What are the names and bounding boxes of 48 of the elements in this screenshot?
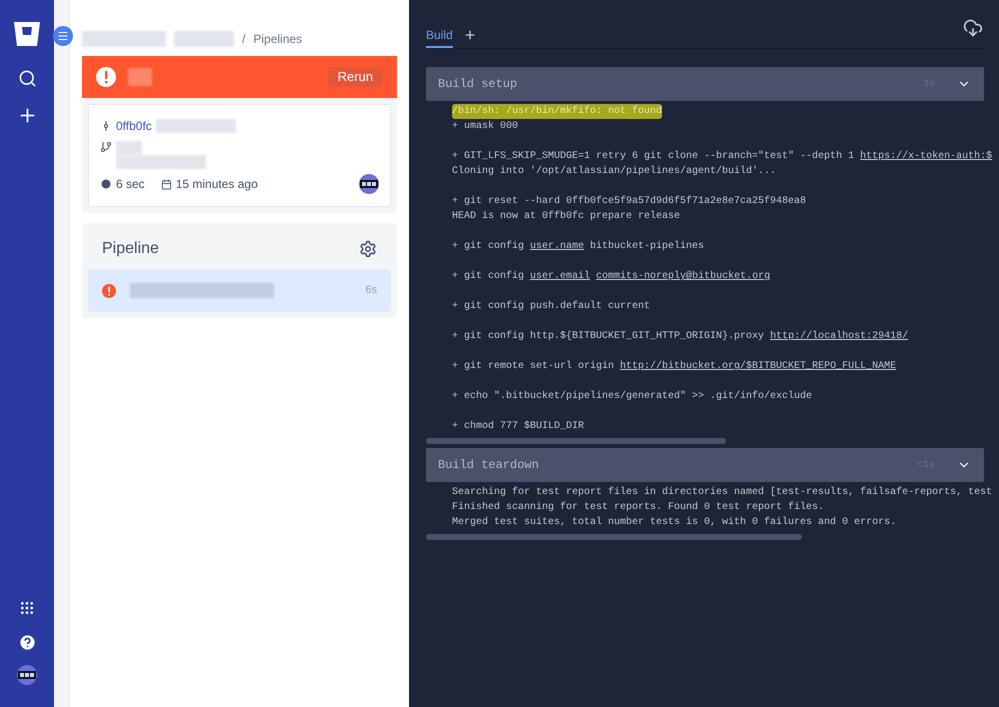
add-tab-button[interactable]: + bbox=[464, 26, 476, 44]
commit-link[interactable]: 0ffb0fc bbox=[116, 117, 152, 135]
calendar-icon bbox=[160, 178, 172, 190]
step-title: Build teardown bbox=[438, 457, 539, 474]
error-icon bbox=[96, 67, 116, 87]
log-line: + git remote set-url origin http://bitbucket.org/$BITBUCKET_REPO_FULL_NAME bbox=[452, 360, 896, 374]
breadcrumb-separator: / bbox=[242, 30, 246, 48]
pipeline-title: Pipeline bbox=[102, 239, 159, 259]
tab[interactable]: Build bbox=[426, 26, 453, 48]
log-line: + umask 000 bbox=[452, 120, 518, 134]
log-line: Merged test suites, total number tests is 0, with 0 failures and 0 errors. bbox=[452, 516, 896, 530]
log-link[interactable]: http://bitbucket.org/$BITBUCKET_REPO_FULL_NAME bbox=[620, 361, 896, 372]
breadcrumb-link[interactable]: Pipelines bbox=[253, 30, 302, 48]
help-icon[interactable] bbox=[18, 633, 36, 652]
settings-icon[interactable] bbox=[359, 240, 377, 258]
download-icon[interactable] bbox=[963, 18, 983, 38]
log-line: + git config http.${BITBUCKET_GIT_HTTP_ORIGIN}.proxy http://localhost:29418/ bbox=[452, 330, 908, 344]
log-line: + echo ".bitbucket/pipelines/generated" >> .git/info/exclude bbox=[452, 390, 812, 404]
log-line: + GIT_LFS_SKIP_SMUDGE=1 retry 6 git clone --branch="test" --depth 1 https://x-token-auth:$ bbox=[452, 150, 992, 164]
log-line: Finished scanning for test reports. Found 0 test report files. bbox=[452, 500, 824, 515]
rerun-button[interactable]: Rerun bbox=[328, 67, 383, 87]
scrollbar[interactable] bbox=[426, 438, 726, 444]
apps-icon[interactable] bbox=[19, 600, 35, 616]
log-line: + git reset --hard 0ffb0fce5f9a57d9d6f5f71a2e8e7ca25f948ea8 bbox=[452, 194, 806, 209]
blurred-block bbox=[174, 30, 234, 46]
log-link[interactable]: http://localhost:29418/ bbox=[770, 331, 908, 342]
time-text: 15 minutes ago bbox=[176, 176, 258, 193]
log-line: HEAD is now at 0ffb0fc prepare release bbox=[452, 210, 680, 224]
log-line: + git config user.name bitbucket-pipelines bbox=[452, 240, 704, 254]
step-title: Build setup bbox=[438, 76, 518, 93]
log-link[interactable]: user.email bbox=[530, 271, 590, 282]
error-icon bbox=[102, 284, 116, 298]
duration-text: 6 sec bbox=[116, 176, 145, 193]
log-line: + chmod 777 $BUILD_DIR bbox=[452, 420, 584, 434]
search-icon[interactable] bbox=[18, 69, 36, 88]
log-link[interactable]: https://x-token-auth:$ bbox=[860, 151, 992, 162]
log-line: Cloning into '/opt/atlassian/pipelines/agent/build'... bbox=[452, 164, 776, 179]
step-duration: 6s bbox=[365, 283, 377, 298]
log-link[interactable]: user.name bbox=[530, 241, 584, 252]
blurred-block bbox=[128, 68, 152, 86]
logo-icon[interactable] bbox=[14, 22, 40, 46]
menu-icon bbox=[57, 30, 69, 42]
log-line: + git config user.email commits-noreply@bitbucket.org bbox=[452, 270, 770, 284]
branch-icon bbox=[100, 141, 112, 153]
log-line: + git config push.default current bbox=[452, 300, 650, 314]
log-link[interactable]: commits-noreply@bitbucket.org bbox=[596, 271, 770, 282]
log-line: Searching for test report files in directories named [test-results, failsafe-reports, test bbox=[452, 486, 992, 500]
scrollbar[interactable] bbox=[426, 534, 802, 540]
